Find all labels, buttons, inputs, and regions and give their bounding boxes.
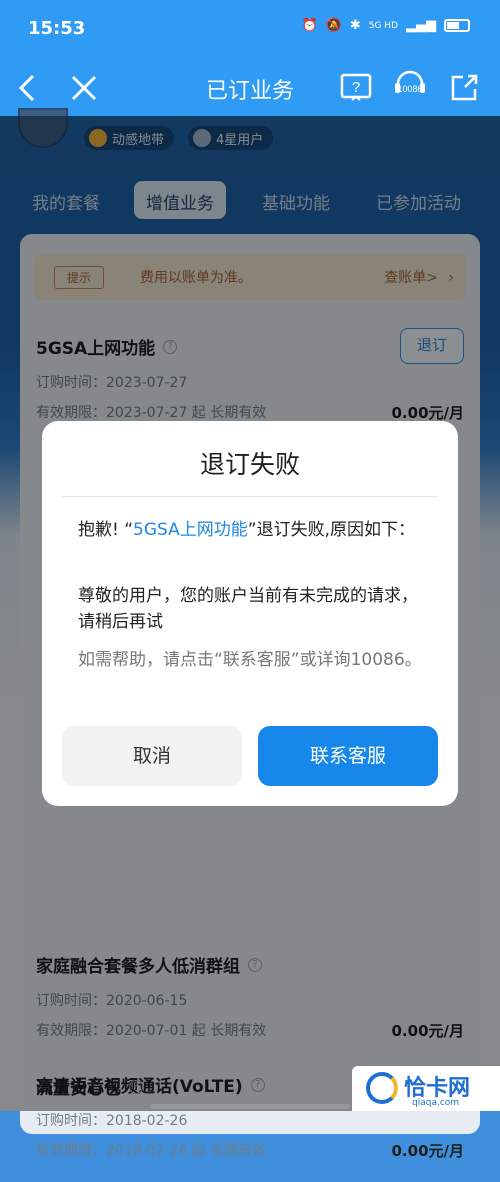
nav-bar: 已订业务 ? 10086 [0,60,500,116]
signal-icon: ▂▄▆ [406,18,436,33]
price: 0.00元/月 [391,1142,465,1160]
svg-text:?: ? [352,79,360,96]
dialog-message: 抱歉! “5GSA上网功能”退订失败,原因如下： [78,520,415,540]
network-label: 5G HD [368,20,398,31]
help-icon[interactable]: ? [338,70,374,106]
bluetooth-icon: ✱ [349,18,361,33]
unsubscribe-failed-dialog: 退订失败 抱歉! “5GSA上网功能”退订失败,原因如下： 尊敬的用户，您的账户… [42,421,458,806]
dialog-reason: 尊敬的用户，您的账户当前有未完成的请求，请稍后再试 [78,586,418,632]
alarm-icon: ⏰ [301,18,318,33]
watermark-logo-icon [366,1072,398,1104]
status-bar: 15:53 ⏰ 🔕 ✱ 5G HD ▂▄▆ [0,0,500,60]
home-indicator[interactable] [150,1104,350,1109]
service-highlight: 5GSA上网功能 [133,520,248,540]
status-icons: ⏰ 🔕 ✱ 5G HD ▂▄▆ [301,18,470,33]
mute-icon: 🔕 [325,18,342,33]
status-time: 15:53 [28,18,86,39]
10086-service-icon[interactable]: 10086 [392,70,428,106]
dialog-help: 如需帮助，请点击“联系客服”或详询10086。 [78,650,422,670]
cancel-button[interactable]: 取消 [62,726,242,786]
contact-service-button[interactable]: 联系客服 [258,726,438,786]
order-time: 订购时间：2018-02-26 [36,1113,188,1129]
validity: 有效期限：2018-02-26 起 长期有效 [36,1143,267,1159]
watermark-url: qiaqa.com [412,1098,460,1108]
battery-icon [444,19,470,32]
dialog-title: 退订失败 [199,450,300,479]
watermark: 恰卡网 qiaqa.com [352,1066,500,1111]
divider [62,496,438,497]
service-number: 10086 [397,84,422,94]
share-icon[interactable] [446,70,482,106]
